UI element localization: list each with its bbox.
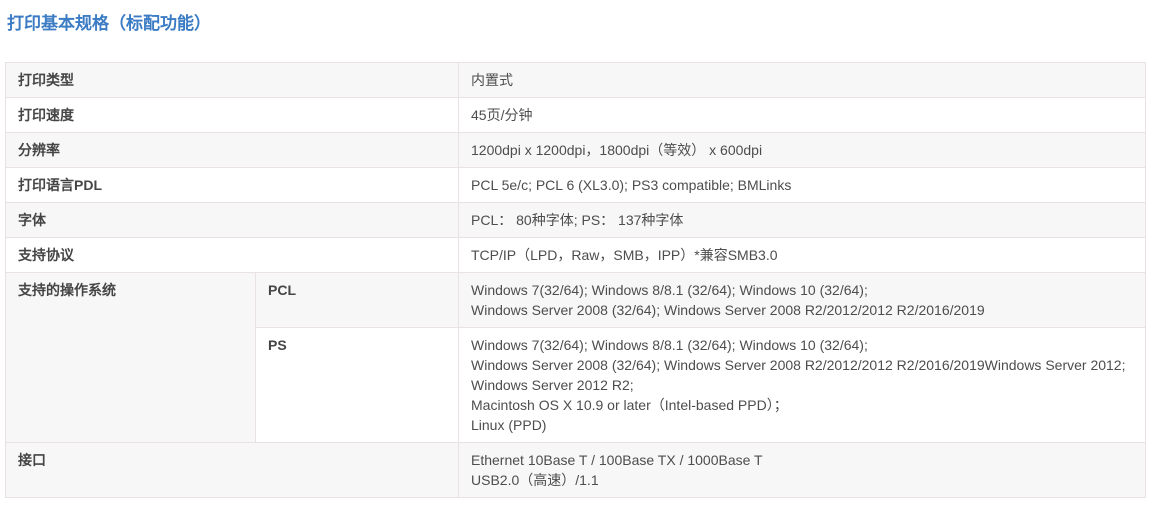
table-row: 支持协议 TCP/IP（LPD，Raw，SMB，IPP）*兼容SMB3.0 <box>6 238 1146 273</box>
table-row: 打印速度 45页/分钟 <box>6 98 1146 133</box>
row-label: 打印类型 <box>6 63 459 98</box>
spec-page: 打印基本规格（标配功能） 打印类型 内置式 打印速度 45页/分钟 分辨率 12… <box>0 0 1150 525</box>
sub-row-label-ps: PS <box>256 328 459 443</box>
row-label: 支持协议 <box>6 238 459 273</box>
row-value: 内置式 <box>459 63 1146 98</box>
row-label-os: 支持的操作系统 <box>6 273 256 443</box>
table-row: 分辨率 1200dpi x 1200dpi，1800dpi（等效） x 600d… <box>6 133 1146 168</box>
row-value: PCL： 80种字体; PS： 137种字体 <box>459 203 1146 238</box>
sub-row-label-pcl: PCL <box>256 273 459 328</box>
sub-row-value-pcl: Windows 7(32/64); Windows 8/8.1 (32/64);… <box>459 273 1146 328</box>
table-row-interface: 接口 Ethernet 10Base T / 100Base TX / 1000… <box>6 443 1146 498</box>
print-spec-table: 打印类型 内置式 打印速度 45页/分钟 分辨率 1200dpi x 1200d… <box>5 62 1146 498</box>
row-label: 打印语言PDL <box>6 168 459 203</box>
row-label: 接口 <box>6 443 459 498</box>
row-value: 1200dpi x 1200dpi，1800dpi（等效） x 600dpi <box>459 133 1146 168</box>
row-value: TCP/IP（LPD，Raw，SMB，IPP）*兼容SMB3.0 <box>459 238 1146 273</box>
row-label: 分辨率 <box>6 133 459 168</box>
table-row: 打印语言PDL PCL 5e/c; PCL 6 (XL3.0); PS3 com… <box>6 168 1146 203</box>
table-row-os-pcl: 支持的操作系统 PCL Windows 7(32/64); Windows 8/… <box>6 273 1146 328</box>
table-row: 打印类型 内置式 <box>6 63 1146 98</box>
table-row: 字体 PCL： 80种字体; PS： 137种字体 <box>6 203 1146 238</box>
row-value: Ethernet 10Base T / 100Base TX / 1000Bas… <box>459 443 1146 498</box>
spec-content: 打印基本规格（标配功能） 打印类型 内置式 打印速度 45页/分钟 分辨率 12… <box>0 0 1150 498</box>
row-label: 打印速度 <box>6 98 459 133</box>
row-value: PCL 5e/c; PCL 6 (XL3.0); PS3 compatible;… <box>459 168 1146 203</box>
row-label: 字体 <box>6 203 459 238</box>
page-title: 打印基本规格（标配功能） <box>7 13 1146 35</box>
row-value: 45页/分钟 <box>459 98 1146 133</box>
sub-row-value-ps: Windows 7(32/64); Windows 8/8.1 (32/64);… <box>459 328 1146 443</box>
